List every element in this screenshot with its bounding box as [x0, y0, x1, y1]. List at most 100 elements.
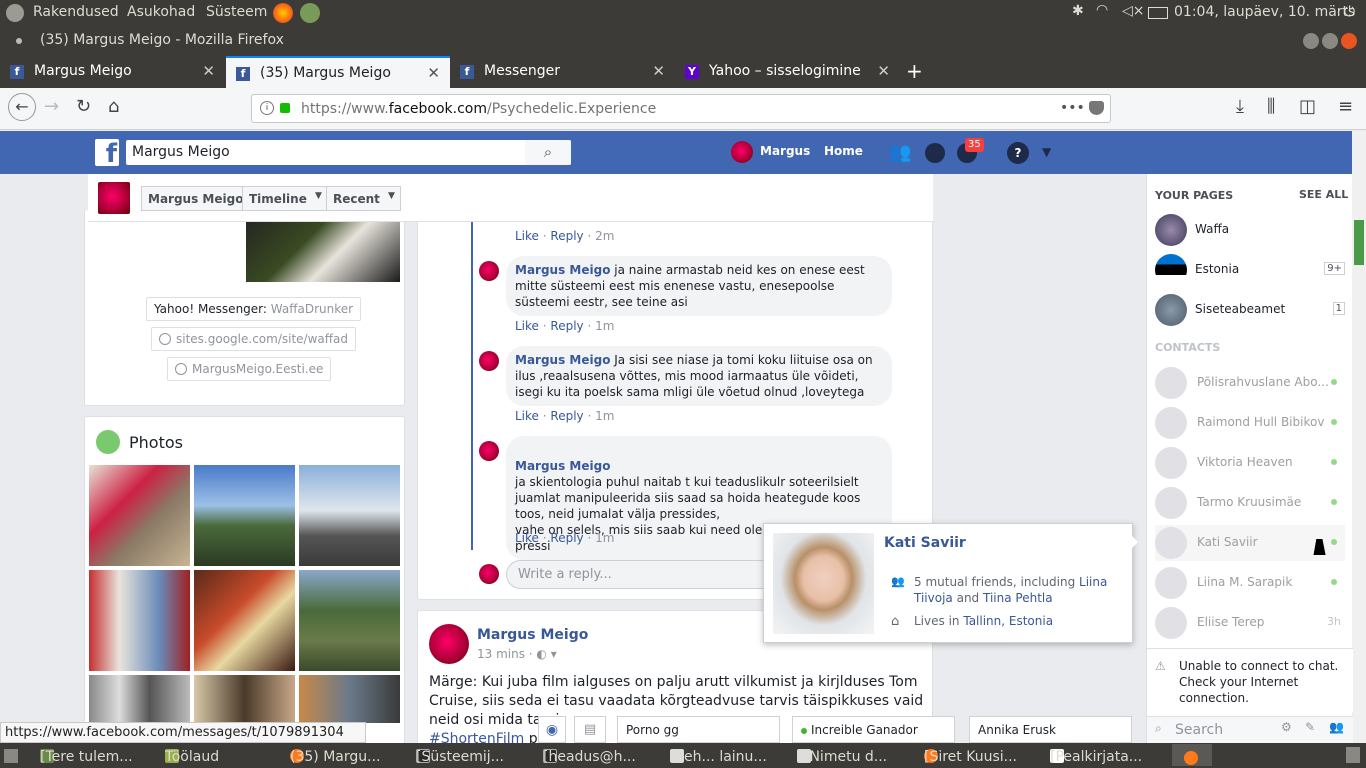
- website-chip-1[interactable]: sites.google.com/site/waffad: [151, 327, 356, 351]
- chat-tab[interactable]: Annika Erusk: [969, 716, 1132, 743]
- menu-system[interactable]: Süsteem: [206, 4, 267, 20]
- tab-margus-meigo[interactable]: f Margus Meigo ✕: [0, 56, 225, 88]
- photos-title[interactable]: Photos: [129, 433, 183, 452]
- reply-input[interactable]: Write a reply...: [506, 560, 776, 589]
- tab-close-icon[interactable]: ✕: [877, 62, 890, 80]
- page-avatar[interactable]: [98, 182, 130, 214]
- wifi-icon[interactable]: ◠: [1096, 2, 1108, 18]
- bluetooth-icon[interactable]: ✱: [1072, 3, 1084, 19]
- taskbar-item-active[interactable]: [1172, 744, 1212, 766]
- comment-time[interactable]: 1m: [595, 409, 614, 423]
- photo-thumb[interactable]: [194, 570, 295, 671]
- downloads-icon[interactable]: ⤓: [1236, 96, 1244, 117]
- forward-icon[interactable]: →: [44, 96, 59, 117]
- photo-thumb[interactable]: [89, 465, 190, 566]
- home-icon[interactable]: ⌂: [108, 96, 119, 117]
- back-icon[interactable]: ←: [8, 93, 36, 121]
- tab-close-icon[interactable]: ✕: [427, 64, 440, 82]
- mutual-friend-link[interactable]: Tiina Pehtla: [983, 591, 1053, 605]
- see-all-link[interactable]: SEE ALL: [1299, 188, 1348, 201]
- comment-time[interactable]: 2m: [595, 229, 614, 243]
- create-group-icon[interactable]: 👥: [1329, 720, 1344, 734]
- reply-link[interactable]: Reply: [550, 409, 583, 423]
- page-actions-icon[interactable]: •••: [1060, 100, 1085, 116]
- commenter-avatar[interactable]: [479, 351, 499, 371]
- menu-applications[interactable]: Rakendused: [33, 4, 119, 20]
- chat-tab[interactable]: Increible Ganador: [792, 716, 955, 743]
- search-button[interactable]: ⌕: [525, 140, 571, 165]
- facebook-logo-icon[interactable]: f: [95, 139, 119, 169]
- clock[interactable]: 01:04, laupäev, 10. märts: [1174, 4, 1355, 20]
- ubuntu-logo-icon[interactable]: [6, 4, 24, 22]
- contact-item[interactable]: Eliise Terep 3h: [1155, 605, 1345, 641]
- page-item-waffa[interactable]: Waffa: [1155, 212, 1351, 250]
- website-link-1[interactable]: sites.google.com/site/waffad: [176, 332, 348, 346]
- minimize-icon[interactable]: [1303, 33, 1319, 49]
- website-chip-2[interactable]: MargusMeigo.Eesti.ee: [167, 357, 332, 381]
- page-item-estonia[interactable]: Estonia 9+: [1155, 252, 1351, 290]
- post-time[interactable]: 13 mins · ◐ ▾: [477, 647, 557, 661]
- contact-item[interactable]: Liina M. Sarapik: [1155, 565, 1345, 601]
- trash-icon[interactable]: [1346, 747, 1360, 763]
- chat-messages-button[interactable]: ▤: [574, 716, 606, 743]
- chat-settings-icon[interactable]: ⚙: [1281, 720, 1292, 734]
- photo-thumb[interactable]: [299, 570, 400, 671]
- photo-thumb[interactable]: [194, 465, 295, 566]
- menu-places[interactable]: Asukohad: [127, 4, 195, 20]
- comment-author[interactable]: Margus Meigo: [515, 263, 610, 277]
- comment-author[interactable]: Margus Meigo: [515, 459, 610, 473]
- home-link[interactable]: Home: [824, 144, 863, 158]
- user-avatar[interactable]: [731, 141, 753, 163]
- help-icon[interactable]: ?: [1007, 142, 1029, 164]
- timeline-dropdown[interactable]: Timeline ▼: [242, 186, 328, 211]
- photo-thumb[interactable]: [89, 675, 190, 723]
- website-link-2[interactable]: MargusMeigo.Eesti.ee: [192, 362, 323, 376]
- photo-thumb[interactable]: [89, 570, 190, 671]
- comment-author[interactable]: Margus Meigo: [515, 353, 610, 367]
- post-author[interactable]: Margus Meigo: [477, 627, 588, 643]
- contact-item[interactable]: Põlisrahvuslane Abo...: [1155, 365, 1345, 401]
- commenter-avatar[interactable]: [479, 261, 499, 281]
- scrollbar-thumb[interactable]: [1354, 220, 1364, 265]
- library-icon[interactable]: ⫼: [1267, 96, 1275, 117]
- user-profile-link[interactable]: Margus: [760, 144, 810, 158]
- sidebar-toggle-icon[interactable]: ◫: [1299, 96, 1316, 117]
- battery-icon[interactable]: [1148, 7, 1168, 19]
- chat-tab[interactable]: Porno gg: [617, 716, 780, 743]
- photo-thumb[interactable]: [299, 675, 400, 723]
- show-desktop-icon[interactable]: [4, 749, 18, 763]
- lives-place-link[interactable]: Tallinn, Estonia: [963, 614, 1053, 628]
- contact-item[interactable]: Viktoria Heaven: [1155, 445, 1345, 481]
- url-bar[interactable]: i https://www.facebook.com/Psychedelic.E…: [251, 94, 1111, 123]
- like-link[interactable]: Like: [515, 409, 539, 423]
- tab-yahoo[interactable]: Y Yahoo – sisselogimine ✕: [675, 56, 900, 88]
- reload-icon[interactable]: ↻: [76, 96, 91, 117]
- comment-time[interactable]: 1m: [595, 319, 614, 333]
- app-launcher-icon[interactable]: [300, 3, 320, 23]
- reply-link[interactable]: Reply: [550, 319, 583, 333]
- messenger-icon[interactable]: [925, 143, 945, 163]
- hovercard-name[interactable]: Kati Saviir: [884, 535, 966, 551]
- hovercard-photo[interactable]: [773, 533, 874, 634]
- contact-item[interactable]: Tarmo Kruusimäe: [1155, 485, 1345, 521]
- like-link[interactable]: Like: [515, 531, 539, 545]
- chat-search[interactable]: ⌕ Search ⚙ ✎ 👥: [1147, 716, 1353, 743]
- like-link[interactable]: Like: [515, 229, 539, 243]
- volume-icon[interactable]: ◁×: [1122, 3, 1145, 19]
- comment-time[interactable]: 1m: [595, 531, 614, 545]
- tab-messenger[interactable]: f Messenger ✕: [450, 56, 675, 88]
- info-icon[interactable]: i: [260, 101, 274, 115]
- account-dropdown-icon[interactable]: ▼: [1042, 145, 1051, 159]
- friend-requests-icon[interactable]: 👥: [889, 142, 911, 163]
- maximize-icon[interactable]: [1322, 33, 1338, 49]
- reply-link[interactable]: Reply: [550, 531, 583, 545]
- commenter-avatar[interactable]: [479, 441, 499, 461]
- chat-globe-button[interactable]: ◉: [538, 716, 566, 743]
- power-icon[interactable]: ⏻: [1344, 4, 1355, 20]
- tab-close-icon[interactable]: ✕: [202, 62, 215, 80]
- tab-close-icon[interactable]: ✕: [652, 62, 665, 80]
- recent-dropdown[interactable]: Recent ▼: [326, 186, 401, 211]
- reply-link[interactable]: Reply: [550, 229, 583, 243]
- new-message-icon[interactable]: ✎: [1305, 720, 1315, 734]
- menu-icon[interactable]: ≡: [1338, 96, 1353, 117]
